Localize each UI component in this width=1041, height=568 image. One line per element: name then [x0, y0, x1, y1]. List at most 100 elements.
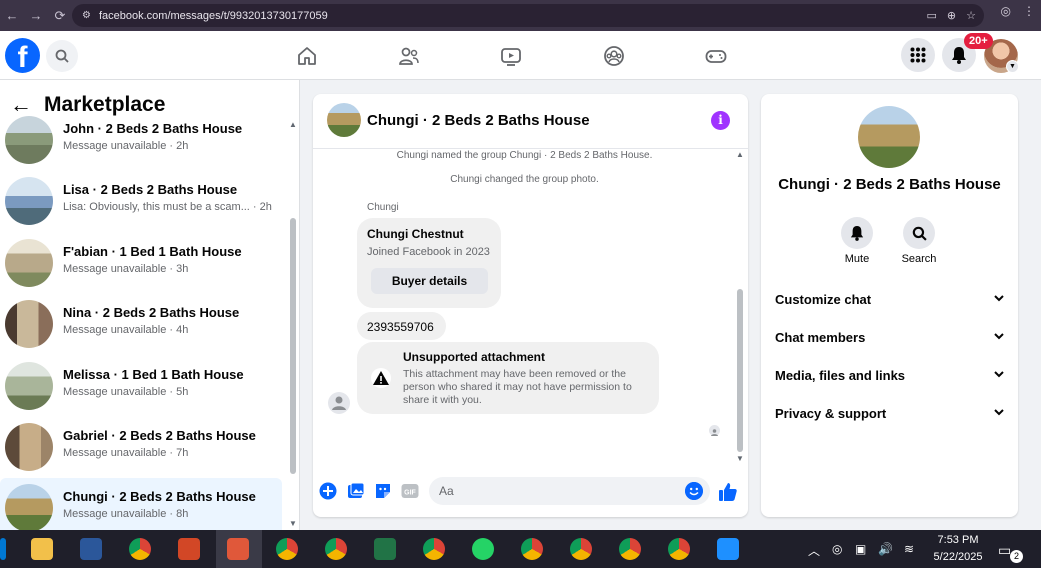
page-scrollbar[interactable] [1032, 80, 1041, 530]
search-label: Search [901, 253, 937, 265]
plus-circle-icon[interactable] [319, 482, 337, 500]
conversation-item[interactable]: Melissa · 1 Bed 1 Bath House Message una… [0, 356, 282, 417]
conversation-name: Nina · 2 Beds 2 Baths House [63, 305, 240, 320]
conversation-item[interactable]: Lisa · 2 Beds 2 Baths House Lisa: Obviou… [0, 171, 282, 232]
bookmark-star-icon[interactable]: ☆ [966, 9, 976, 22]
message-bubble[interactable]: 2393559706 [357, 312, 446, 340]
conversation-item[interactable]: Gabriel · 2 Beds 2 Baths House Message u… [0, 417, 282, 478]
section-label: Chat members [775, 330, 866, 345]
groups-icon [604, 46, 624, 66]
person-icon [711, 429, 718, 436]
home-nav-button[interactable] [295, 44, 319, 68]
photo-icon[interactable] [347, 482, 365, 500]
search-button[interactable] [46, 40, 78, 72]
emoji-icon[interactable] [685, 482, 703, 500]
back-arrow-icon[interactable]: ← [0, 8, 24, 23]
friends-nav-button[interactable] [397, 44, 421, 68]
chat-panel: Chungi · 2 Beds 2 Baths House i Chungi n… [313, 94, 748, 517]
chrome-icon[interactable] [570, 538, 592, 560]
speaker-icon[interactable]: 🔊 [878, 542, 893, 556]
info-icon[interactable]: i [711, 111, 730, 130]
clock-time[interactable]: 7:53 PM [930, 534, 986, 546]
video-nav-button[interactable] [499, 44, 523, 68]
section-label: Customize chat [775, 292, 872, 307]
unsupported-attachment: Unsupported attachment This attachment m… [357, 342, 659, 414]
chat-members-section[interactable]: Chat members [775, 326, 1005, 350]
chevron-up-icon[interactable]: ︿ [808, 542, 820, 559]
cast-icon[interactable]: ▭ [927, 9, 937, 22]
privacy-support-section[interactable]: Privacy & support [775, 402, 1005, 426]
group-title: Chungi · 2 Beds 2 Baths House [778, 176, 1001, 193]
conversation-item-active[interactable]: Chungi · 2 Beds 2 Baths House Message un… [0, 478, 282, 530]
chat-scrollbar[interactable] [737, 289, 743, 452]
conversation-item[interactable]: F'abian · 1 Bed 1 Bath House Message una… [0, 233, 282, 294]
scroll-down-arrow-icon[interactable]: ▼ [736, 454, 744, 463]
facebook-logo[interactable]: f [5, 38, 40, 73]
sticker-icon[interactable] [374, 482, 392, 500]
listing-thumbnail [5, 177, 53, 225]
windows-taskbar: ︿ ◎ ▣ 🔊 ≋ 7:53 PM 5/22/2025 ▭ 2 [0, 530, 1041, 568]
word-icon[interactable] [80, 538, 102, 560]
address-bar[interactable]: ⚙ facebook.com/messages/t/99320137301770… [72, 4, 984, 27]
listing-thumbnail [5, 239, 53, 287]
chrome-icon[interactable] [325, 538, 347, 560]
chrome-icon[interactable] [423, 538, 445, 560]
section-label: Privacy & support [775, 406, 887, 421]
app-icon[interactable] [227, 538, 249, 560]
zoom-icon[interactable]: ⊕ [947, 9, 956, 22]
group-photo[interactable] [858, 106, 920, 168]
mute-button[interactable]: Mute [832, 217, 882, 265]
gaming-nav-button[interactable] [704, 44, 728, 68]
browser-menu-icon[interactable]: ⋮ [1023, 4, 1035, 18]
conversation-item[interactable]: Nina · 2 Beds 2 Baths House Message unav… [0, 294, 282, 355]
chrome-icon[interactable] [521, 538, 543, 560]
gif-icon[interactable]: GIF [401, 482, 419, 500]
chat-title[interactable]: Chungi · 2 Beds 2 Baths House [367, 112, 590, 129]
wifi-icon[interactable]: ≋ [904, 542, 914, 556]
url-text[interactable]: facebook.com/messages/t/9932013730177059 [99, 10, 328, 22]
conversation-item[interactable]: John · 2 Beds 2 Baths House Message unav… [0, 110, 282, 171]
chrome-icon[interactable] [619, 538, 641, 560]
scroll-up-arrow-icon[interactable]: ▲ [289, 120, 297, 129]
chrome-icon[interactable] [276, 538, 298, 560]
chrome-icon[interactable] [668, 538, 690, 560]
photos-icon[interactable] [717, 538, 739, 560]
chevron-down-icon[interactable]: ▼ [1006, 60, 1019, 73]
search-conversation-button[interactable]: Search [894, 217, 944, 265]
message-placeholder: Aa [439, 484, 454, 498]
browser-toolbar: ← → ⟳ ⚙ facebook.com/messages/t/99320137… [0, 0, 1041, 31]
person-icon [332, 396, 346, 410]
scroll-down-arrow-icon[interactable]: ▼ [289, 519, 297, 528]
profile-icon[interactable]: ◎ [1001, 4, 1011, 18]
powerpoint-icon[interactable] [178, 538, 200, 560]
message-input[interactable]: Aa [429, 477, 710, 505]
site-settings-icon[interactable]: ⚙ [82, 10, 91, 21]
chat-thumbnail[interactable] [327, 103, 361, 137]
menu-grid-icon [910, 47, 926, 63]
chrome-icon[interactable] [129, 538, 151, 560]
taskbar-app-icon[interactable] [0, 538, 6, 560]
clock-date[interactable]: 5/22/2025 [930, 551, 986, 563]
listing-thumbnail [5, 300, 53, 348]
media-files-links-section[interactable]: Media, files and links [775, 364, 1005, 388]
excel-icon[interactable] [374, 538, 396, 560]
reload-icon[interactable]: ⟳ [48, 8, 72, 24]
whatsapp-icon[interactable] [472, 538, 494, 560]
customize-chat-section[interactable]: Customize chat [775, 288, 1005, 312]
battery-icon[interactable]: ▣ [855, 542, 866, 556]
system-message: Chungi named the group Chungi · 2 Beds 2… [396, 150, 653, 161]
sidebar-scrollbar[interactable] [290, 218, 296, 474]
file-explorer-icon[interactable] [31, 538, 53, 560]
buyer-details-button[interactable]: Buyer details [371, 268, 488, 294]
search-icon [55, 49, 69, 63]
like-thumb-icon[interactable] [718, 482, 738, 502]
chevron-down-icon [994, 409, 1004, 416]
groups-nav-button[interactable] [602, 44, 626, 68]
forward-arrow-icon[interactable]: → [24, 8, 48, 23]
scroll-up-arrow-icon[interactable]: ▲ [736, 150, 744, 159]
notification-badge: 20+ [964, 33, 993, 49]
menu-button[interactable] [901, 38, 935, 72]
search-icon [912, 226, 927, 241]
sender-avatar[interactable] [328, 392, 350, 414]
tray-app-icon[interactable]: ◎ [832, 542, 842, 556]
